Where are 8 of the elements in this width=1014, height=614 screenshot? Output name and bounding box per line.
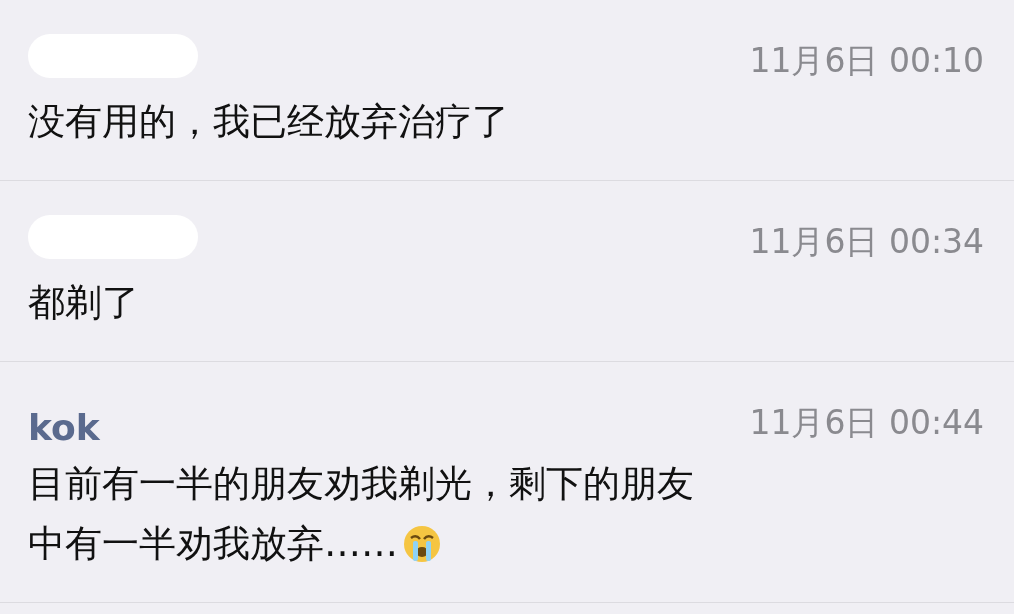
message-time: 11月6日 00:44 xyxy=(749,402,984,444)
message-text: 目前有一半的朋友劝我剃光，剩下的朋友 xyxy=(28,461,694,507)
message-time: 11月6日 00:34 xyxy=(749,221,984,263)
message-text: 没有用的，我已经放弃治疗了 xyxy=(28,99,509,145)
message-text: 中有一半劝我放弃…… xyxy=(28,521,398,567)
sender-name: kok xyxy=(28,407,100,448)
message-text: 都剃了 xyxy=(28,280,139,326)
message-time: 11月6日 00:10 xyxy=(749,40,984,82)
